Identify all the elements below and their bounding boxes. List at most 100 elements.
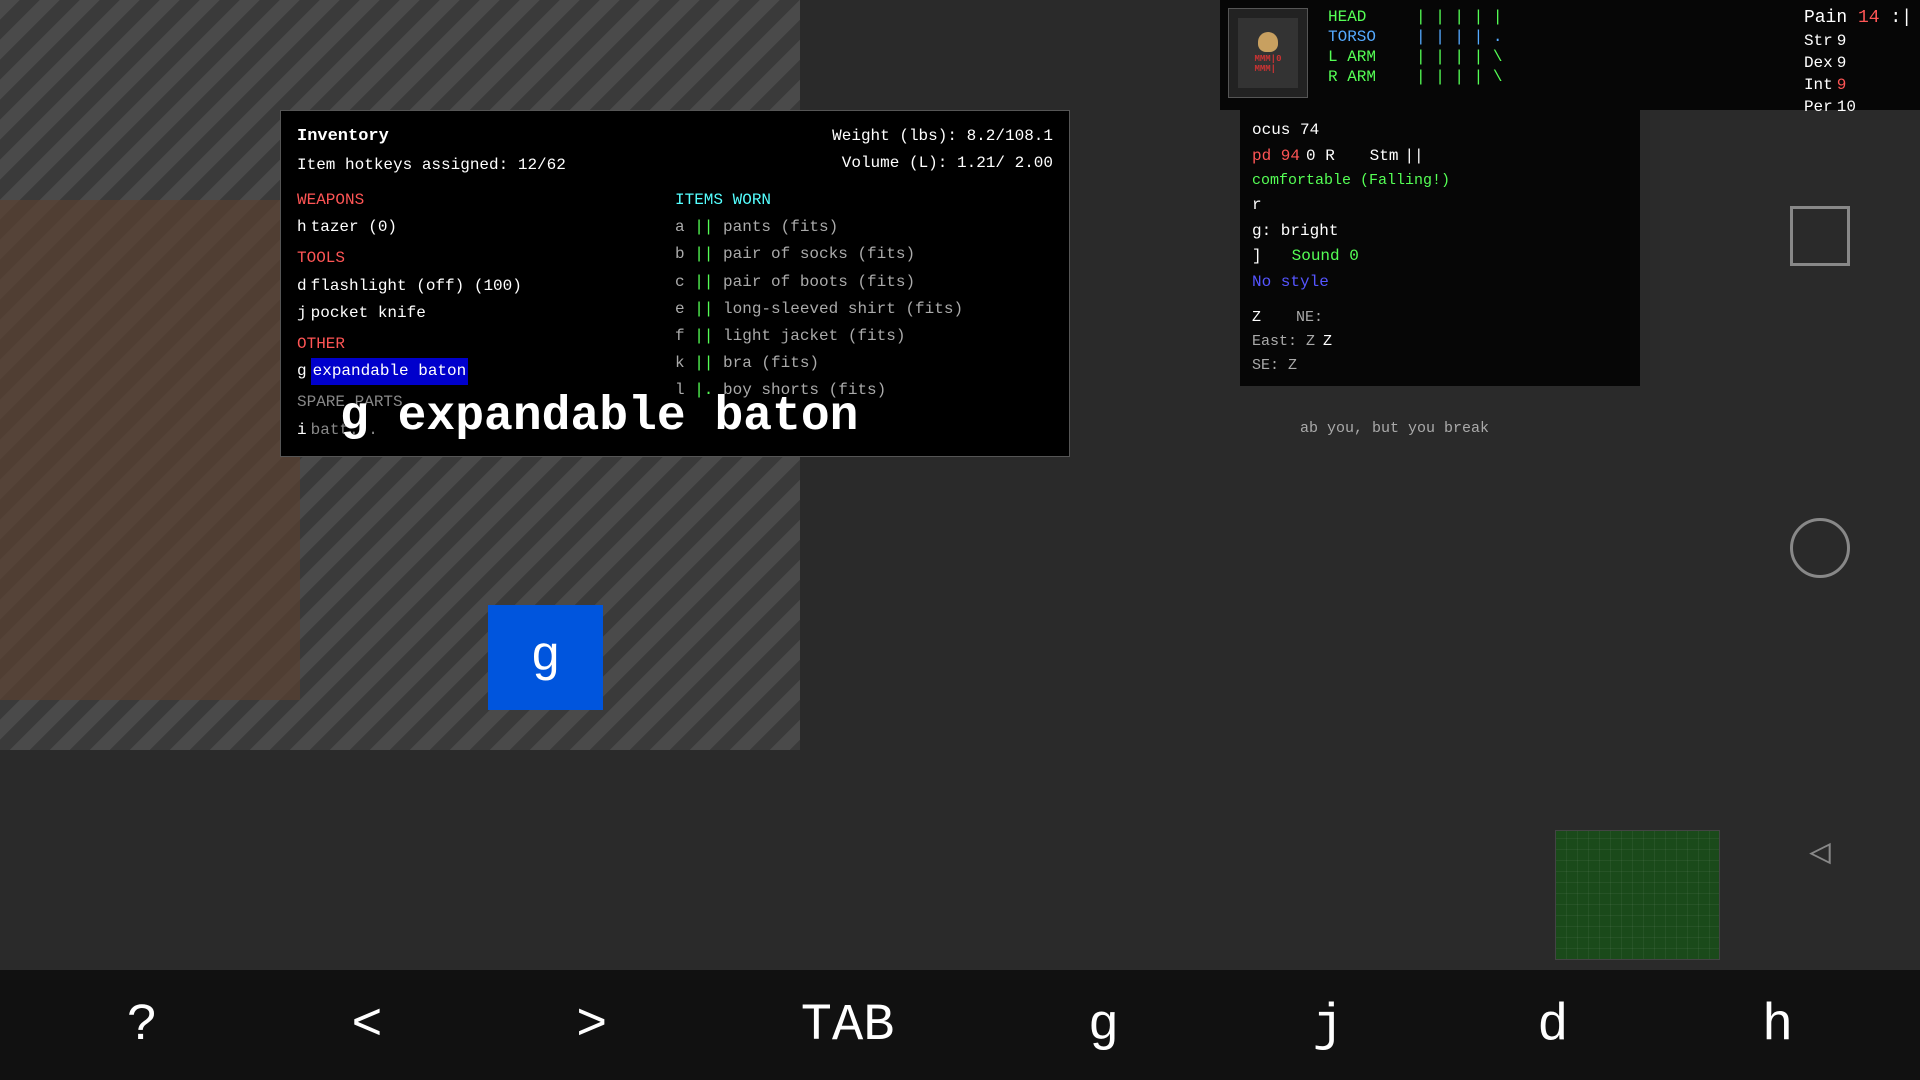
btn-j[interactable]: j [1313, 996, 1344, 1055]
compass-east-val: Z [1323, 330, 1332, 354]
other-header: OTHER [297, 331, 675, 358]
btn-g[interactable]: g [1088, 996, 1119, 1055]
item-d-flashlight[interactable]: d flashlight (off) (100) [297, 273, 675, 300]
compass-se-row: SE: Z [1252, 354, 1628, 378]
condition-line: comfortable (Falling!) [1252, 169, 1628, 193]
compass-ne-row: Z NE: [1252, 306, 1628, 330]
r-marker: r [1252, 193, 1628, 219]
item-j-knife[interactable]: j pocket knife [297, 300, 675, 327]
compass-ne-label: NE: [1269, 306, 1323, 330]
item-a-key: a [675, 218, 694, 236]
circle-button[interactable] [1790, 518, 1850, 578]
btn-tab[interactable]: TAB [801, 996, 895, 1055]
btn-question[interactable]: ? [127, 996, 158, 1055]
item-h-tazer[interactable]: h tazer (0) [297, 214, 675, 241]
minimap [1555, 830, 1720, 960]
square-button[interactable] [1790, 206, 1850, 266]
item-tooltip: g expandable baton [340, 390, 858, 444]
item-e-shirt[interactable]: e || long-sleeved shirt (fits) [675, 296, 1053, 323]
item-k-key: k [675, 354, 694, 372]
item-a-pants[interactable]: a || pants (fits) [675, 214, 1053, 241]
item-g-key: g [297, 358, 307, 385]
head-bars: | | | | | [1416, 8, 1502, 26]
g-button-label: g [530, 629, 560, 686]
torso-bars: | | | | . [1416, 28, 1502, 46]
head-label: HEAD [1328, 8, 1408, 26]
item-f-bars: || [694, 327, 713, 345]
item-j-name: pocket knife [311, 300, 426, 327]
minimap-display [1556, 831, 1719, 959]
pd-line: pd 94 0 R Stm || [1252, 144, 1628, 170]
compass-se-label: SE: Z [1252, 354, 1297, 378]
bracket-char: ] [1252, 244, 1262, 270]
char-head [1258, 32, 1278, 52]
inventory-volume: Volume (L): 1.21/ 2.00 [832, 150, 1053, 177]
item-g-line: g: bright [1252, 219, 1628, 245]
item-d-name: flashlight (off) (100) [311, 273, 522, 300]
body-parts: HEAD | | | | | TORSO | | | | . L ARM | |… [1328, 8, 1784, 86]
larm-bars: | | | | \ [1416, 48, 1502, 66]
item-g-name: expandable baton [311, 358, 469, 385]
item-c-bars: || [694, 273, 713, 291]
item-b-key: b [675, 245, 694, 263]
no-style-line: No style [1252, 270, 1628, 296]
rarm-row: R ARM | | | | \ [1328, 68, 1784, 86]
rarm-label: R ARM [1328, 68, 1408, 86]
item-c-name: pair of boots (fits) [723, 273, 915, 291]
inventory-header: Inventory Item hotkeys assigned: 12/62 W… [297, 123, 1053, 179]
item-h-name: tazer (0) [311, 214, 397, 241]
item-f-jacket[interactable]: f || light jacket (fits) [675, 323, 1053, 350]
char-body-mmm: MMM|0MMM| [1254, 54, 1281, 74]
weapons-header: WEAPONS [297, 187, 675, 214]
compass-east-row: East: Z Z [1252, 330, 1628, 354]
item-k-bars: || [694, 354, 713, 372]
item-c-key: c [675, 273, 694, 291]
head-row: HEAD | | | | | [1328, 8, 1784, 26]
log-text: ab you, but you break [1300, 420, 1720, 437]
item-k-name: bra (fits) [723, 354, 819, 372]
compass-z1: Z [1252, 306, 1261, 330]
sound-value: 0 [1349, 247, 1359, 265]
inventory-weight: Weight (lbs): 8.2/108.1 [832, 123, 1053, 150]
pd-extra: 0 R [1306, 144, 1335, 170]
item-c-boots[interactable]: c || pair of boots (fits) [675, 269, 1053, 296]
btn-h[interactable]: h [1762, 996, 1793, 1055]
item-k-bra[interactable]: k || bra (fits) [675, 350, 1053, 377]
item-f-key: f [675, 327, 694, 345]
larm-label: L ARM [1328, 48, 1408, 66]
btn-next[interactable]: > [576, 996, 607, 1055]
item-a-bars: || [694, 218, 713, 236]
btn-prev[interactable]: < [351, 996, 382, 1055]
focus-line: ocus 74 [1252, 118, 1628, 144]
weight-value: 8.2/108.1 [967, 127, 1053, 145]
inventory-title: Inventory [297, 123, 566, 152]
g-hotkey-button[interactable]: g [488, 605, 603, 710]
item-a-name: pants (fits) [723, 218, 838, 236]
bracket-line: ] Sound 0 [1252, 244, 1628, 270]
rarm-bars: | | | | \ [1416, 68, 1502, 86]
item-b-socks[interactable]: b || pair of socks (fits) [675, 241, 1053, 268]
item-e-key: e [675, 300, 694, 318]
inventory-hotkeys: Item hotkeys assigned: 12/62 [297, 152, 566, 179]
back-button[interactable]: ◁ [1809, 831, 1831, 874]
item-f-name: light jacket (fits) [723, 327, 905, 345]
item-g-baton[interactable]: g expandable baton [297, 358, 675, 385]
side-panel: ocus 74 pd 94 0 R Stm || comfortable (Fa… [1240, 110, 1640, 386]
focus-value: 74 [1300, 121, 1319, 139]
sound-line: Sound 0 [1292, 244, 1359, 270]
health-panel: HEAD | | | | | TORSO | | | | . L ARM | |… [1328, 8, 1784, 86]
inventory-left-header: Inventory Item hotkeys assigned: 12/62 [297, 123, 566, 179]
character-portrait: MMM|0MMM| [1228, 8, 1308, 98]
pd-value: pd 94 [1252, 144, 1300, 170]
item-i-key: i [297, 417, 307, 444]
btn-d[interactable]: d [1537, 996, 1568, 1055]
inventory-right-header: Weight (lbs): 8.2/108.1 Volume (L): 1.21… [832, 123, 1053, 179]
torso-row: TORSO | | | | . [1328, 28, 1784, 46]
compass-east-label: East: Z [1252, 330, 1315, 354]
item-j-key: j [297, 300, 307, 327]
compass-section: Z NE: East: Z Z SE: Z [1252, 306, 1628, 378]
stm-label: Stm [1341, 144, 1399, 170]
item-b-name: pair of socks (fits) [723, 245, 915, 263]
volume-value: 1.21/ 2.00 [957, 154, 1053, 172]
item-h-key: h [297, 214, 307, 241]
